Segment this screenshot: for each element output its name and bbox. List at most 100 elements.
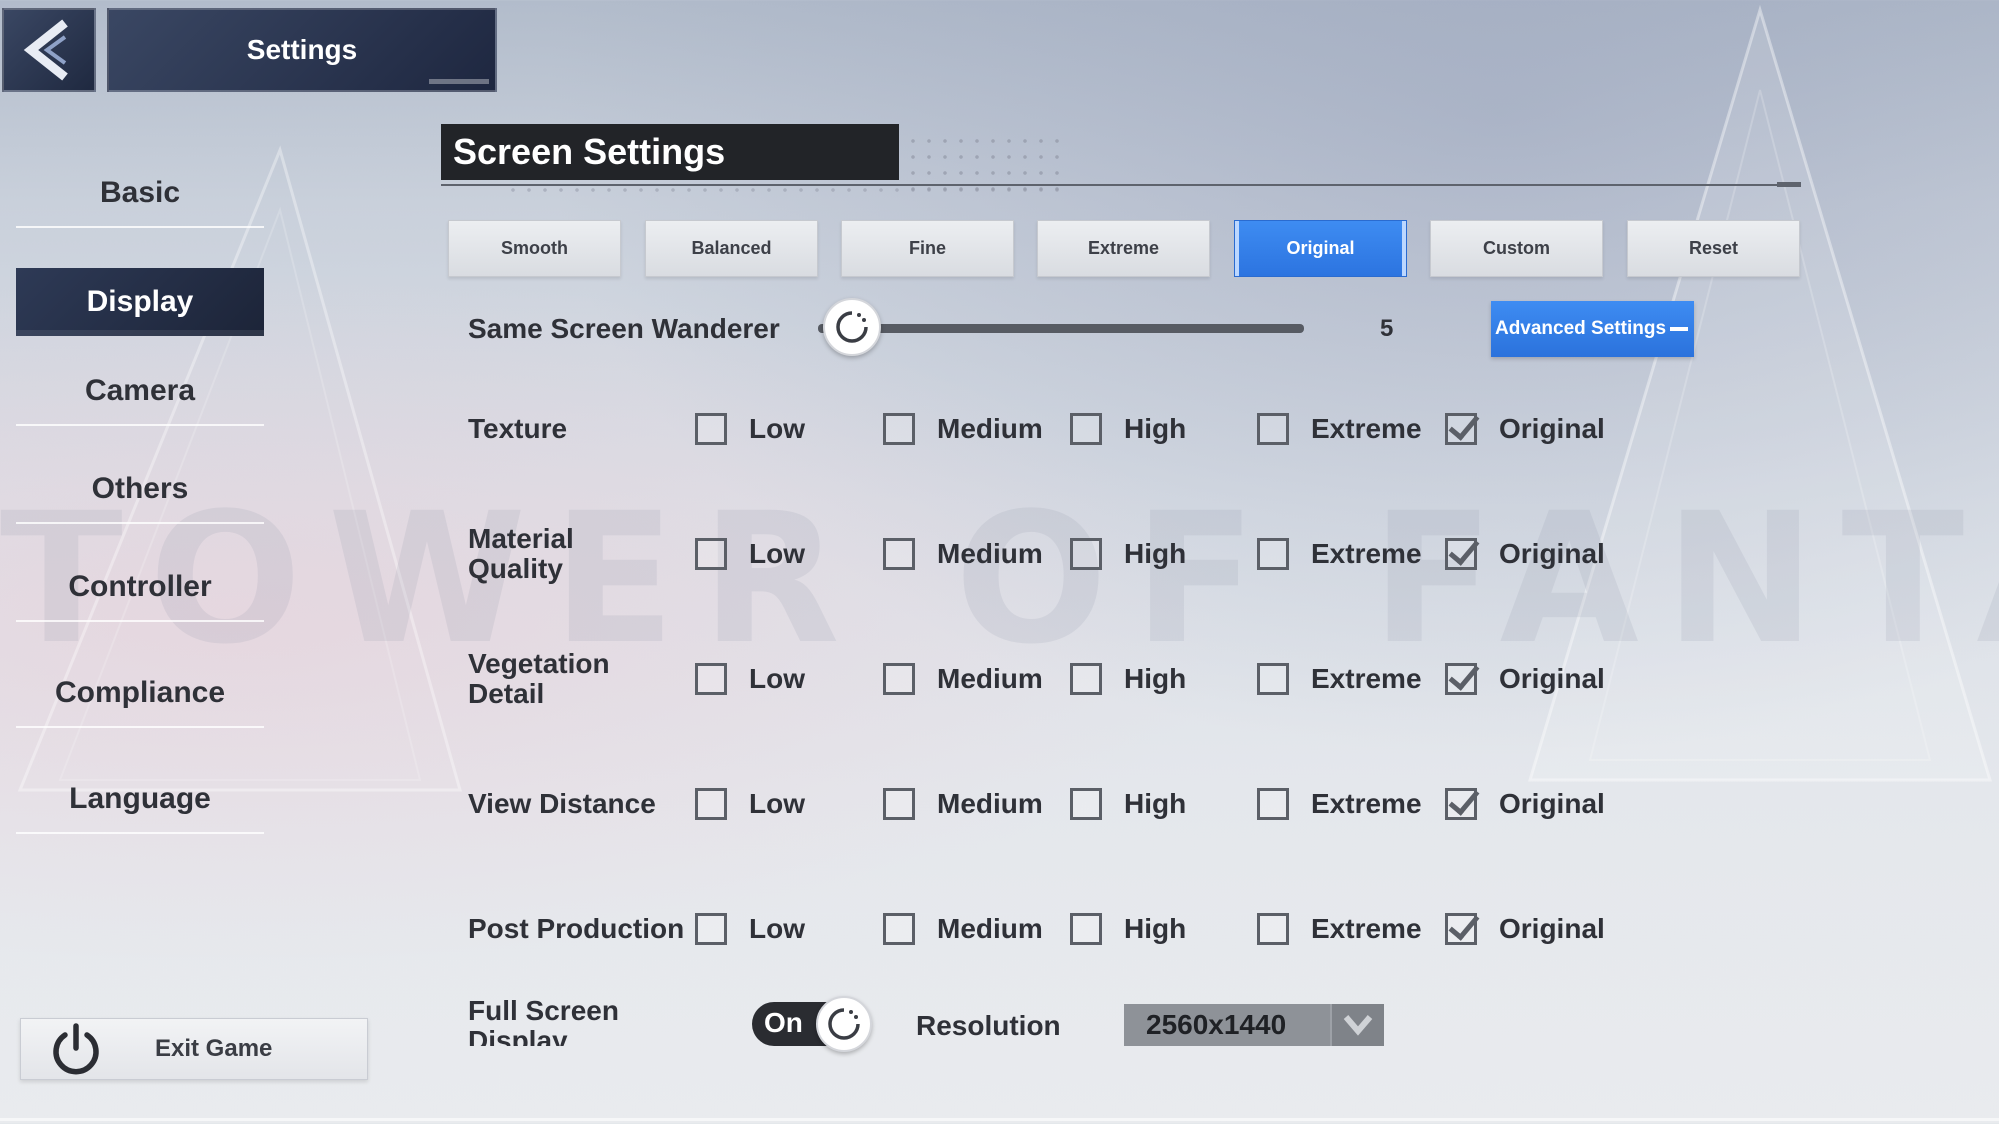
preset-original-button[interactable]: Original — [1234, 220, 1407, 277]
view-distance-option-low[interactable]: Low — [695, 788, 805, 820]
vegetation-detail-option-extreme[interactable]: Extreme — [1257, 663, 1422, 695]
checkbox[interactable] — [1445, 538, 1477, 570]
post-production-option-original[interactable]: Original — [1445, 913, 1605, 945]
preset-reset-button[interactable]: Reset — [1627, 220, 1800, 277]
checkbox[interactable] — [695, 913, 727, 945]
bottom-edge-line — [0, 1118, 1999, 1121]
checkbox[interactable] — [1445, 788, 1477, 820]
view-distance-option-extreme[interactable]: Extreme — [1257, 788, 1422, 820]
checkbox[interactable] — [695, 413, 727, 445]
option-label: Low — [749, 913, 805, 944]
advanced-settings-button[interactable]: Advanced Settings — [1491, 301, 1694, 357]
material-quality-option-low[interactable]: Low — [695, 538, 805, 570]
post-production-option-high[interactable]: High — [1070, 913, 1186, 945]
checkbox[interactable] — [1070, 538, 1102, 570]
checkbox[interactable] — [1445, 413, 1477, 445]
sidebar-item-others[interactable]: Others — [16, 456, 264, 524]
texture-option-medium[interactable]: Medium — [883, 413, 1043, 445]
material-quality-option-original[interactable]: Original — [1445, 538, 1605, 570]
vegetation-detail-option-medium[interactable]: Medium — [883, 663, 1043, 695]
checkbox[interactable] — [883, 788, 915, 820]
sidebar-item-basic[interactable]: Basic — [16, 160, 264, 228]
post-production-option-low[interactable]: Low — [695, 913, 805, 945]
sidebar-item-compliance[interactable]: Compliance — [16, 660, 264, 728]
material-quality-option-extreme[interactable]: Extreme — [1257, 538, 1422, 570]
row-label-line: Texture — [468, 413, 568, 444]
checkbox[interactable] — [883, 413, 915, 445]
sidebar-item-language[interactable]: Language — [16, 766, 264, 834]
preset-extreme-button[interactable]: Extreme — [1037, 220, 1210, 277]
vegetation-detail-option-low[interactable]: Low — [695, 663, 805, 695]
full-screen-label: Full Screen Display — [468, 996, 648, 1046]
checkbox[interactable] — [883, 538, 915, 570]
view-distance-option-medium[interactable]: Medium — [883, 788, 1043, 820]
vegetation-detail-option-original[interactable]: Original — [1445, 663, 1605, 695]
wanderer-slider-track[interactable] — [818, 324, 1304, 333]
wanderer-slider-handle[interactable] — [823, 298, 882, 356]
checkbox[interactable] — [1257, 538, 1289, 570]
option-label: Medium — [937, 663, 1043, 694]
sidebar-item-camera[interactable]: Camera — [16, 358, 264, 426]
checkbox[interactable] — [1445, 663, 1477, 695]
view-distance-option-original[interactable]: Original — [1445, 788, 1605, 820]
full-screen-toggle[interactable]: On — [752, 996, 872, 1052]
checkbox[interactable] — [1070, 913, 1102, 945]
texture-option-extreme[interactable]: Extreme — [1257, 413, 1422, 445]
power-icon — [53, 1023, 99, 1075]
preset-smooth-button[interactable]: Smooth — [448, 220, 621, 277]
option-label: Low — [749, 788, 805, 819]
option-label: Extreme — [1311, 413, 1422, 444]
dropdown-arrow[interactable] — [1330, 1004, 1384, 1046]
view-distance-option-high[interactable]: High — [1070, 788, 1186, 820]
preset-fine-button[interactable]: Fine — [841, 220, 1014, 277]
background-triangle-right — [1527, 4, 1993, 782]
checkbox[interactable] — [1070, 663, 1102, 695]
sidebar-item-label: Others — [91, 472, 189, 505]
preset-balanced-button[interactable]: Balanced — [645, 220, 818, 277]
exit-game-button[interactable]: Exit Game — [20, 1018, 368, 1080]
checkbox[interactable] — [695, 788, 727, 820]
section-divider-end — [1777, 182, 1801, 187]
post-production-option-medium[interactable]: Medium — [883, 913, 1043, 945]
checkbox[interactable] — [883, 663, 915, 695]
checkbox[interactable] — [695, 663, 727, 695]
vegetation-detail-label: Vegetation Detail — [468, 649, 610, 709]
advanced-settings-label: Advanced Settings — [1494, 318, 1667, 339]
sidebar-item-label: Display — [86, 285, 194, 318]
refresh-icon — [828, 1008, 860, 1040]
checkbox[interactable] — [1445, 913, 1477, 945]
checkbox[interactable] — [695, 538, 727, 570]
checkbox[interactable] — [883, 913, 915, 945]
page-title-text: Settings — [246, 34, 358, 65]
option-label: Original — [1499, 913, 1605, 944]
material-quality-option-medium[interactable]: Medium — [883, 538, 1043, 570]
exit-game-label: Exit Game — [155, 1035, 273, 1062]
checkbox[interactable] — [1257, 413, 1289, 445]
preset-label: Smooth — [501, 238, 568, 258]
sidebar-item-label: Basic — [99, 176, 181, 209]
wanderer-value: 5 — [1380, 315, 1394, 342]
sidebar-item-display[interactable]: Display — [16, 268, 264, 336]
back-button[interactable] — [2, 8, 96, 92]
checkbox[interactable] — [1257, 788, 1289, 820]
checkbox[interactable] — [1257, 663, 1289, 695]
row-label-line: Material — [468, 523, 574, 554]
checkbox[interactable] — [1070, 788, 1102, 820]
preset-label: Original — [1286, 238, 1355, 258]
vegetation-detail-option-high[interactable]: High — [1070, 663, 1186, 695]
texture-option-low[interactable]: Low — [695, 413, 805, 445]
texture-option-high[interactable]: High — [1070, 413, 1186, 445]
texture-label: Texture — [468, 414, 567, 444]
material-quality-option-high[interactable]: High — [1070, 538, 1186, 570]
preset-custom-button[interactable]: Custom — [1430, 220, 1603, 277]
checkbox[interactable] — [1070, 413, 1102, 445]
option-label: Medium — [937, 788, 1043, 819]
resolution-dropdown[interactable]: 2560x1440 — [1124, 1004, 1384, 1046]
option-label: Extreme — [1311, 913, 1422, 944]
sidebar-item-controller[interactable]: Controller — [16, 554, 264, 622]
option-label: Extreme — [1311, 788, 1422, 819]
option-label: Extreme — [1311, 663, 1422, 694]
texture-option-original[interactable]: Original — [1445, 413, 1605, 445]
checkbox[interactable] — [1257, 913, 1289, 945]
post-production-option-extreme[interactable]: Extreme — [1257, 913, 1422, 945]
